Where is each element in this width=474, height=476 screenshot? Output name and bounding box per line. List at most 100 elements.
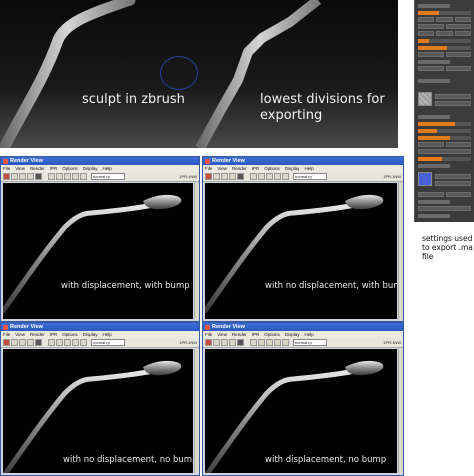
redo-render-icon[interactable] [3,339,10,346]
zb-button[interactable] [418,149,471,154]
menu-item-view[interactable]: View [15,332,25,337]
menu-item-display[interactable]: Display [83,166,98,171]
menu-item-ipr[interactable]: IPR [252,166,260,171]
zb-row[interactable] [418,149,471,154]
vertical-scrollbar[interactable] [194,349,199,473]
zb-button[interactable] [418,66,444,71]
zb-button[interactable] [454,17,471,22]
zb-button[interactable] [436,17,453,22]
window-titlebar[interactable]: Render View [203,323,403,331]
ipr-render-icon[interactable] [11,173,18,180]
zb-button[interactable] [436,31,453,36]
menu-item-display[interactable]: Display [285,166,300,171]
menu-item-file[interactable]: File [3,166,10,171]
snapshot-icon[interactable] [237,173,244,180]
camera-select[interactable]: normal rp [91,173,125,180]
zb-row[interactable] [418,31,471,36]
snapshot-icon[interactable] [35,173,42,180]
zb-row[interactable] [418,199,471,204]
region-render-icon[interactable] [229,339,236,346]
zb-row[interactable] [418,10,471,15]
zb-row[interactable] [418,206,471,211]
snapshot-icon[interactable] [237,339,244,346]
zb-row[interactable] [418,78,471,83]
zb-button[interactable] [418,31,435,36]
zb-row[interactable] [418,213,471,218]
zb-row[interactable] [435,101,471,106]
zb-button[interactable] [435,94,471,99]
menu-item-help[interactable]: Help [103,332,112,337]
keep-image-icon[interactable] [72,339,79,346]
zb-button[interactable] [445,24,471,29]
menu-item-file[interactable]: File [3,332,10,337]
remove-image-icon[interactable] [282,173,289,180]
zb-row[interactable] [418,142,471,147]
ipr-render-icon[interactable] [213,173,220,180]
zb-row[interactable] [418,192,471,197]
zb-button[interactable] [418,206,471,211]
rgb-channel-icon[interactable] [48,339,55,346]
region-render-icon[interactable] [229,173,236,180]
snapshot-icon[interactable] [35,339,42,346]
menu-item-render[interactable]: Render [30,166,45,171]
region-render-icon[interactable] [27,173,34,180]
zb-row[interactable] [418,66,471,71]
zb-row[interactable] [435,94,471,99]
vertical-scrollbar[interactable] [398,349,403,473]
zb-row[interactable] [418,59,471,64]
menu-item-view[interactable]: View [217,166,227,171]
zb-slider[interactable] [418,10,471,15]
vertical-scrollbar[interactable] [194,183,199,319]
menu-item-help[interactable]: Help [305,332,314,337]
zb-button[interactable] [445,192,471,197]
menu-item-display[interactable]: Display [83,332,98,337]
menu-item-view[interactable]: View [217,332,227,337]
zb-row[interactable] [418,3,471,8]
zb-row[interactable] [418,156,471,161]
camera-select[interactable]: normal rp [293,339,327,346]
refresh-icon[interactable] [221,173,228,180]
real-size-icon[interactable] [266,173,273,180]
zb-slider[interactable] [418,45,471,50]
zb-button[interactable] [435,101,471,106]
ipr-render-icon[interactable] [11,339,18,346]
zb-button[interactable] [435,181,471,186]
normal-map-thumbnail[interactable] [418,172,432,186]
zb-row[interactable] [435,181,471,186]
zb-button[interactable] [445,52,471,57]
vertical-scrollbar[interactable] [398,183,403,319]
rgb-channel-icon[interactable] [250,339,257,346]
ipr-render-icon[interactable] [213,339,220,346]
camera-select[interactable]: normal rp [91,339,125,346]
zb-button[interactable] [418,192,444,197]
zb-button[interactable] [445,66,471,71]
menu-item-file[interactable]: File [205,166,212,171]
zb-slider[interactable] [418,38,471,43]
zb-button[interactable] [418,142,444,147]
menu-item-display[interactable]: Display [285,332,300,337]
redo-render-icon[interactable] [205,173,212,180]
menu-item-render[interactable]: Render [232,332,247,337]
rgb-channel-icon[interactable] [48,173,55,180]
window-titlebar[interactable]: Render View [1,157,199,165]
zb-row[interactable] [418,52,471,57]
keep-image-icon[interactable] [274,173,281,180]
alpha-channel-icon[interactable] [56,339,63,346]
zb-button[interactable] [454,31,471,36]
menu-item-render[interactable]: Render [30,332,45,337]
zb-row[interactable] [418,24,471,29]
menu-item-help[interactable]: Help [305,166,314,171]
zb-row[interactable] [418,17,471,22]
keep-image-icon[interactable] [72,173,79,180]
menu-item-help[interactable]: Help [103,166,112,171]
window-titlebar[interactable]: Render View [203,157,403,165]
zb-slider[interactable] [418,156,471,161]
zb-button[interactable] [435,174,471,179]
zb-slider[interactable] [418,128,471,133]
real-size-icon[interactable] [64,173,71,180]
displacement-map-thumbnail[interactable] [418,92,432,106]
refresh-icon[interactable] [19,339,26,346]
menu-item-ipr[interactable]: IPR [50,332,58,337]
menu-item-options[interactable]: Options [264,166,280,171]
camera-select[interactable]: normal rp [293,173,327,180]
